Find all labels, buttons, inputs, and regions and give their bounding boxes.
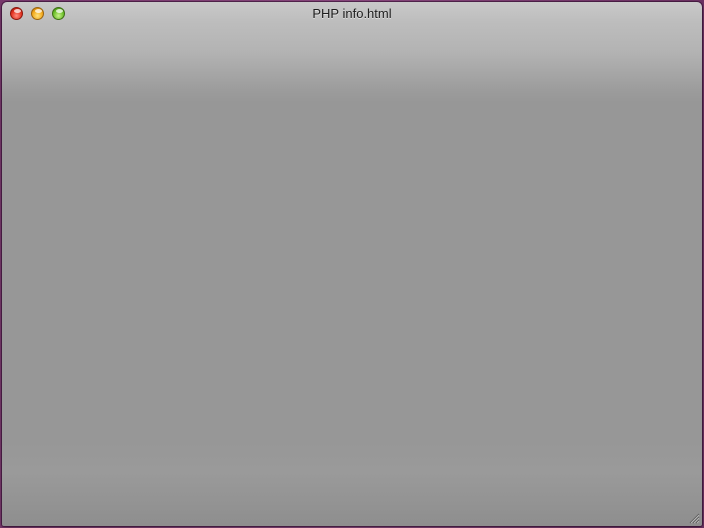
title-bar[interactable]: PHP info.html	[2, 2, 702, 26]
window-title: PHP info.html	[312, 6, 392, 21]
resize-grip-icon[interactable]	[688, 512, 700, 524]
app-window: PHP info.html	[2, 2, 702, 526]
content-area	[2, 26, 702, 526]
